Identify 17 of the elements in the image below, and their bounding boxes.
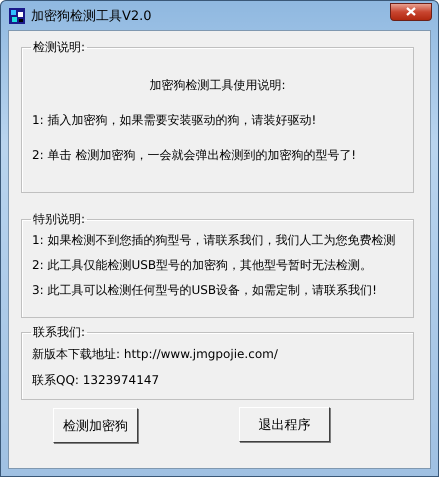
close-icon — [406, 7, 416, 16]
info-text: 2: 此工具仅能检测USB型号的加密狗，其他型号暂时无法检测。 — [32, 257, 374, 274]
info-text: 联系QQ: 1323974147 — [32, 372, 160, 389]
window-title: 加密狗检测工具V2.0 — [31, 8, 153, 24]
instructions-heading: 加密狗检测工具使用说明: — [148, 77, 287, 94]
info-text: 1: 插入加密狗，如果需要安装驱动的狗，请装好驱动! — [32, 112, 318, 129]
app-icon — [9, 8, 25, 24]
action-button[interactable]: 退出程序 — [239, 407, 330, 442]
action-button[interactable]: 检测加密狗 — [53, 408, 138, 443]
close-button[interactable] — [390, 2, 432, 20]
group-title: 检测说明: — [32, 39, 86, 56]
info-text: 新版本下载地址: http://www.jmgpojie.com/ — [32, 346, 279, 363]
group-title: 联系我们: — [32, 324, 86, 341]
group-title: 特别说明: — [32, 211, 86, 228]
info-text: 1: 如果检测不到您插的狗型号，请联系我们，我们人工为您免费检测 — [32, 232, 396, 249]
info-text: 2: 单击 检测加密狗，一会就会弹出检测到的加密狗的型号了! — [32, 147, 358, 164]
info-text: 3: 此工具可以检测任何型号的USB设备，如需定制，请联系我们! — [32, 282, 378, 299]
